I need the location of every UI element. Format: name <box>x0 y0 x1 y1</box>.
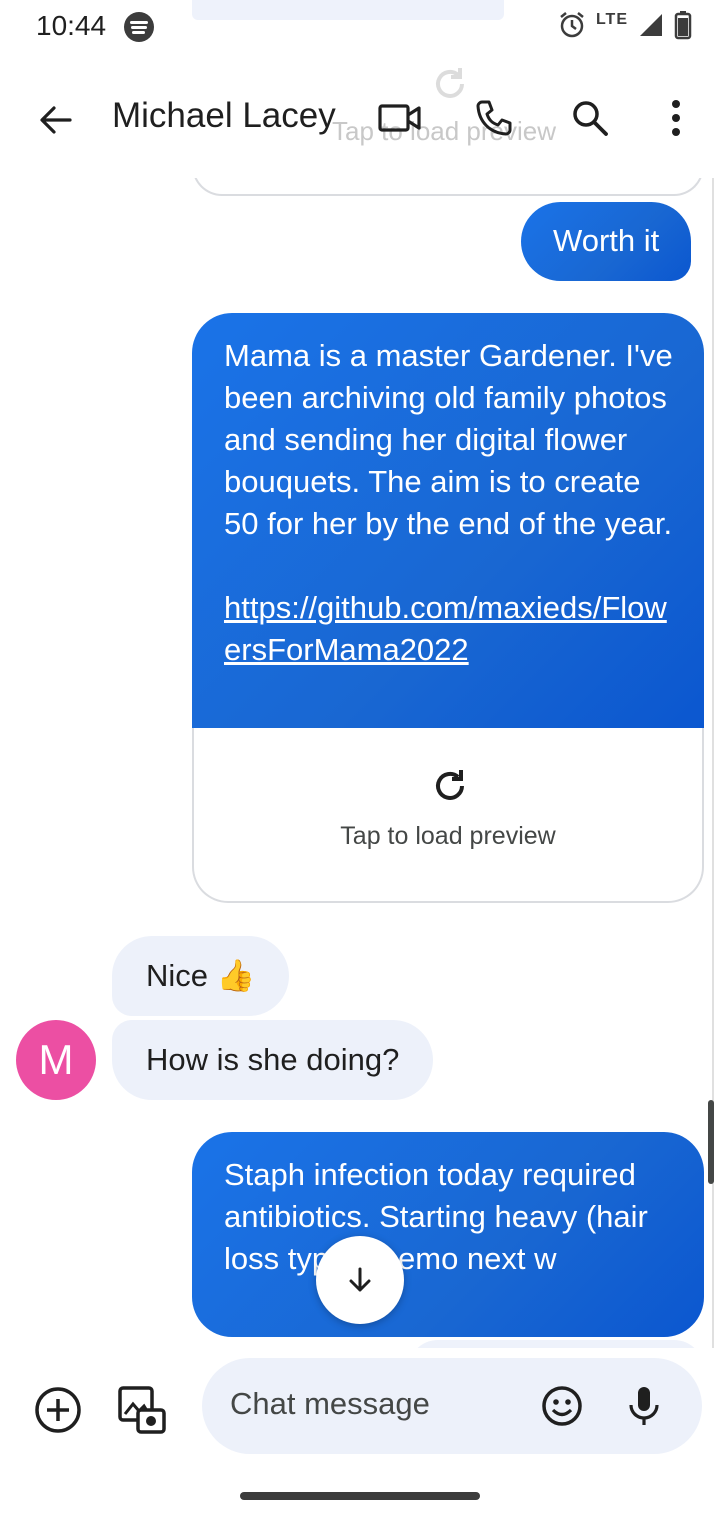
spotify-icon <box>124 12 154 42</box>
alarm-icon <box>560 12 584 38</box>
contact-name[interactable]: Michael Lacey <box>112 96 336 136</box>
microphone-icon <box>629 1387 659 1425</box>
signal-icon <box>640 14 662 36</box>
avatar[interactable]: M <box>16 1020 96 1100</box>
more-options-button[interactable] <box>648 90 704 146</box>
voice-input-button[interactable] <box>620 1382 668 1430</box>
phone-call-button[interactable] <box>466 90 522 146</box>
search-icon <box>573 101 608 136</box>
back-button[interactable] <box>28 92 84 148</box>
network-type: LTE <box>595 11 628 28</box>
phone-call-icon <box>476 100 512 136</box>
add-icon <box>35 1387 81 1433</box>
video-call-button[interactable] <box>372 90 428 146</box>
link-preview-card[interactable]: Tap to load preview <box>192 728 704 903</box>
emoji-icon <box>542 1386 582 1426</box>
ghost-preview-text: Tap to load preview <box>332 116 557 146</box>
message-text: Mama is a master Gardener. I've been arc… <box>224 338 673 541</box>
conversation-list[interactable]: Worth it Mama is a master Gardener. I've… <box>0 178 720 1348</box>
app-bar: Tap to load preview Michael Lacey <box>0 60 720 178</box>
message-outgoing[interactable]: Worth it <box>521 202 692 281</box>
gallery-button[interactable] <box>114 1382 170 1438</box>
add-attachment-button[interactable] <box>30 1382 86 1438</box>
search-button[interactable] <box>562 90 618 146</box>
status-bar: 10:44 LTE <box>0 0 720 56</box>
gallery-camera-icon <box>118 1386 166 1434</box>
ghost-reload-icon <box>436 68 464 98</box>
scroll-to-bottom-button[interactable] <box>316 1236 404 1324</box>
message-incoming[interactable]: Nice 👍 <box>112 936 290 1016</box>
scrollbar-thumb[interactable] <box>708 1100 714 1184</box>
notification-strip <box>192 0 504 20</box>
video-call-icon <box>378 104 421 132</box>
back-arrow-icon <box>40 106 72 134</box>
compose-bar <box>0 1348 720 1468</box>
chat-message-input[interactable] <box>230 1386 520 1422</box>
arrow-down-icon <box>349 1267 371 1292</box>
message-field[interactable] <box>202 1358 702 1454</box>
message-outgoing[interactable]: Staph infection today required antibioti… <box>192 1132 704 1337</box>
next-message-peek <box>408 1340 704 1348</box>
message-link[interactable]: https://github.com/maxieds/FlowersForMam… <box>224 587 676 671</box>
message-outgoing[interactable]: Mama is a master Gardener. I've been arc… <box>192 313 704 728</box>
gesture-nav-handle[interactable] <box>240 1492 480 1500</box>
status-icons: LTE <box>558 10 692 40</box>
status-time: 10:44 <box>36 10 107 41</box>
battery-icon <box>674 11 692 40</box>
reload-icon <box>436 770 464 800</box>
emoji-button[interactable] <box>538 1382 586 1430</box>
more-options-icon <box>672 100 680 136</box>
previous-link-preview-card[interactable] <box>192 178 704 196</box>
message-text: Staph infection today required antibioti… <box>224 1157 648 1276</box>
message-incoming[interactable]: How is she doing? <box>112 1020 434 1100</box>
preview-label: Tap to load preview <box>340 822 556 850</box>
